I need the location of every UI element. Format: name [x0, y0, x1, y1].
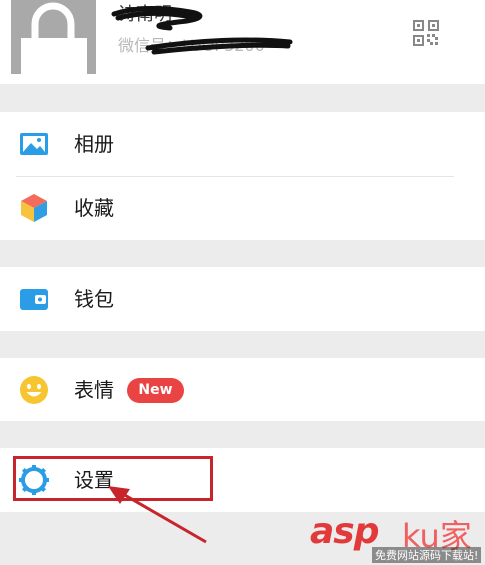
section-gap — [0, 421, 485, 448]
cube-icon — [21, 194, 47, 222]
smiley-icon — [20, 376, 48, 404]
wallet-icon — [20, 289, 48, 310]
menu-item-wallet-label: 钱包 — [74, 287, 114, 311]
redaction-scribble — [111, 6, 293, 55]
section-gap — [0, 240, 485, 267]
avatar[interactable] — [11, 0, 96, 74]
menu-group-media: 相册 收藏 — [0, 112, 485, 240]
qr-code-icon[interactable] — [413, 20, 439, 46]
menu-group-wallet: 钱包 — [0, 267, 485, 331]
watermark-tagline: 免费网站源码下载站! — [372, 547, 482, 563]
menu-item-wallet[interactable]: 钱包 — [0, 267, 472, 331]
lock-icon — [11, 0, 96, 74]
section-gap — [0, 84, 485, 112]
menu-item-stickers-label: 表情 — [74, 378, 114, 402]
menu-item-favorites[interactable]: 收藏 — [0, 176, 472, 240]
annotation-arrow — [108, 486, 207, 544]
profile-header[interactable]: 诗南明 微信号：LUOP3200 — [0, 0, 485, 84]
menu-item-album-label: 相册 — [74, 132, 114, 156]
menu-item-stickers[interactable]: 表情 — [0, 358, 472, 422]
watermark-brand: asp — [310, 511, 379, 552]
menu-group-stickers: 表情 — [0, 358, 485, 421]
image-icon — [20, 133, 48, 155]
menu-item-favorites-label: 收藏 — [74, 196, 114, 220]
watermark: asp ku家 免费网站源码下载站! — [310, 511, 485, 565]
new-badge: New — [127, 378, 184, 403]
menu-item-album[interactable]: 相册 — [0, 112, 472, 176]
section-gap — [0, 331, 485, 358]
